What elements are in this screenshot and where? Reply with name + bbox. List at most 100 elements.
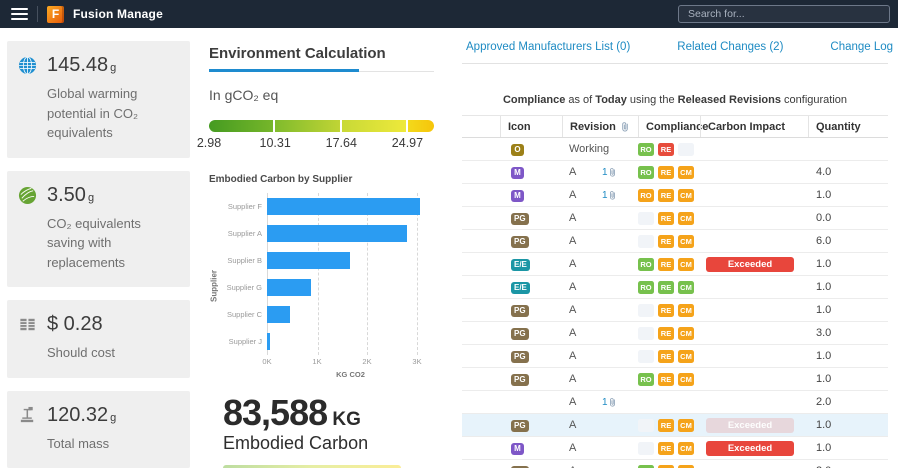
header-blank (462, 116, 500, 137)
compliance-badge-ro: RO (638, 166, 654, 179)
table-row[interactable]: PGARECM0.0 (462, 207, 888, 230)
table-row[interactable]: PGARECMExceeded1.0 (462, 414, 888, 437)
revision-cell: A (562, 189, 602, 201)
chart-bar-row: Supplier J (219, 328, 434, 355)
compliance-badge-blank (638, 235, 654, 248)
chart-bar[interactable] (267, 279, 311, 296)
table-row[interactable]: PGARECM1.0 (462, 299, 888, 322)
compliance-cell: RECM (638, 419, 700, 432)
paperclip-icon (609, 190, 616, 200)
item-type-badge: PG (511, 328, 529, 340)
chart-bar-row: Supplier G (219, 274, 434, 301)
tab-3[interactable]: Change Log (830, 41, 893, 53)
compliance-badge-cm: CM (678, 465, 694, 468)
compliance-badge-cm: CM (678, 281, 694, 294)
compliance-badge-cm: CM (678, 327, 694, 340)
revision-cell: A (562, 258, 602, 270)
quantity-cell: 6.0 (808, 235, 888, 247)
scale-tick-label: 10.31 (260, 136, 291, 150)
quantity-cell: 2.0 (808, 396, 888, 408)
metric-label: Total mass (47, 434, 180, 454)
paperclip-icon (621, 121, 629, 132)
chart-bar[interactable] (267, 198, 420, 215)
compliance-badge-cm: CM (678, 212, 694, 225)
tab-1[interactable]: Approved Manufacturers List (0) (466, 41, 630, 53)
table-row[interactable]: E/EARORECMExceeded1.0 (462, 253, 888, 276)
chart-bar[interactable] (267, 252, 350, 269)
carbon-impact-cell: Exceeded (700, 441, 808, 456)
table-row[interactable]: PGARORECM2.0 (462, 460, 888, 468)
table-row[interactable]: PGARECM6.0 (462, 230, 888, 253)
bar-plot: Supplier FSupplier ASupplier BSupplier G… (219, 193, 434, 355)
attachment-count: 1 (602, 167, 608, 178)
metric-card-co2-saving: 3.50g CO₂ equivalents saving with replac… (7, 171, 190, 288)
bom-table: Icon Revision Compliance Carbon Impact Q… (462, 115, 888, 468)
table-row[interactable]: PGARECM3.0 (462, 322, 888, 345)
compliance-badge-blank (638, 304, 654, 317)
item-icon-cell: E/E (500, 281, 562, 294)
chart-bar[interactable] (267, 333, 270, 350)
exceeded-badge: Exceeded (706, 257, 794, 272)
item-icon-cell: M (500, 189, 562, 202)
environment-panel: Environment Calculation In gCO₂ eq 2.981… (197, 28, 450, 468)
item-type-badge: PG (511, 236, 529, 248)
search-input[interactable] (678, 5, 890, 23)
attachments-cell: 1 (602, 397, 638, 408)
item-icon-cell: M (500, 166, 562, 179)
attachment-link[interactable]: 1 (602, 397, 638, 408)
compliance-badge-blank (638, 419, 654, 432)
item-icon-cell: M (500, 442, 562, 455)
chart-x-tick-label: 0K (262, 357, 271, 366)
header-compliance: Compliance (638, 116, 700, 137)
gco2-subtitle: In gCO₂ eq (209, 87, 434, 103)
attachment-link[interactable]: 1 (602, 167, 638, 178)
quantity-cell: 1.0 (808, 419, 888, 431)
embodied-carbon-total: 83,588 KG Embodied Carbon (209, 395, 434, 454)
menu-icon[interactable] (11, 8, 28, 20)
table-row[interactable]: OWorkingRORE (462, 138, 888, 161)
item-type-badge: PG (511, 420, 529, 432)
table-row[interactable]: MA1RORECM1.0 (462, 184, 888, 207)
table-row[interactable]: E/EARORECM1.0 (462, 276, 888, 299)
note-bold-released-revisions: Released Revisions (678, 94, 781, 106)
compliance-badge-ro: RO (638, 258, 654, 271)
table-row[interactable]: PGARORECM1.0 (462, 368, 888, 391)
app-title: Fusion Manage (73, 7, 163, 21)
chart-bar[interactable] (267, 225, 407, 242)
item-icon-cell: PG (500, 465, 562, 468)
compliance-note: Compliance as of Today using the Release… (462, 94, 888, 106)
revision-cell: Working (562, 143, 602, 155)
metric-card-global-warming: 145.48g Global warming potential in CO₂ … (7, 41, 190, 158)
compliance-badge-cm: CM (678, 304, 694, 317)
compliance-badge-cm: CM (678, 166, 694, 179)
table-row[interactable]: PGARECM1.0 (462, 345, 888, 368)
item-type-badge: E/E (511, 259, 530, 271)
quantity-cell: 3.0 (808, 327, 888, 339)
fusion-manage-logo-icon[interactable]: F (47, 6, 64, 23)
compliance-cell: RORECM (638, 189, 700, 202)
compliance-cell: RECM (638, 327, 700, 340)
scale-segment (209, 120, 273, 132)
detail-panel: Approved Manufacturers List (0) Related C… (450, 28, 898, 468)
table-row[interactable]: A12.0 (462, 391, 888, 414)
item-icon-cell: PG (500, 350, 562, 363)
revision-cell: A (562, 350, 602, 362)
item-type-badge: M (511, 167, 524, 179)
metric-card-total-mass: 120.32g Total mass (7, 391, 190, 468)
attachment-count: 1 (602, 397, 608, 408)
scale-segment (275, 120, 339, 132)
compliance-badge-re: RE (658, 419, 674, 432)
tab-2[interactable]: Related Changes (2) (677, 41, 783, 53)
table-row[interactable]: MA1RORECM4.0 (462, 161, 888, 184)
revision-cell: A (562, 212, 602, 224)
compliance-badge-re: RE (658, 304, 674, 317)
compliance-cell: RECM (638, 235, 700, 248)
compliance-cell: RORECM (638, 465, 700, 468)
compliance-badge-re: RE (658, 258, 674, 271)
chart-y-axis-label: Supplier (209, 193, 219, 379)
quantity-cell: 1.0 (808, 258, 888, 270)
table-row[interactable]: MARECMExceeded1.0 (462, 437, 888, 460)
chart-bar[interactable] (267, 306, 290, 323)
attachment-link[interactable]: 1 (602, 190, 638, 201)
note-text: configuration (781, 94, 847, 106)
